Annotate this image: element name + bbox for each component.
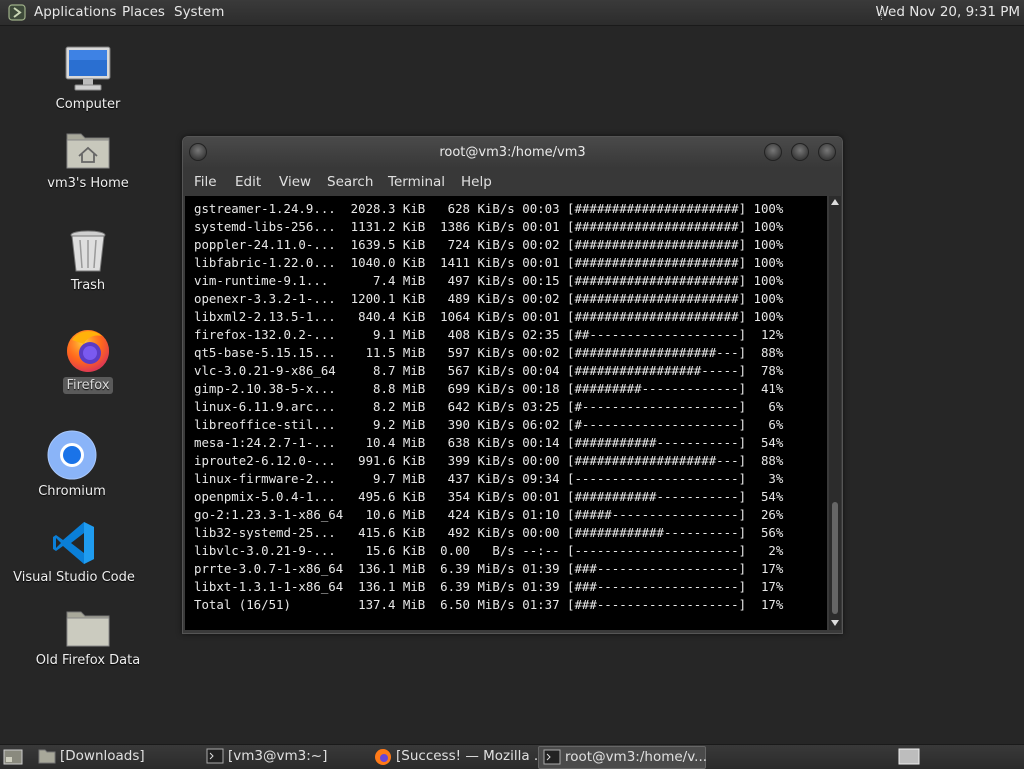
terminal-line: libvlc-3.0.21-9-... 15.6 KiB 0.00 B/s --… — [194, 543, 784, 558]
terminal-line: iproute2-6.12.0-... 991.6 KiB 399 KiB/s … — [194, 453, 784, 468]
trash-icon — [70, 230, 106, 272]
desktop-icon-label: Chromium — [38, 484, 106, 499]
menu-terminal[interactable]: Terminal — [388, 174, 445, 190]
menu-help[interactable]: Help — [461, 174, 492, 190]
menu-search[interactable]: Search — [327, 174, 373, 190]
desktop-icon-label: vm3's Home — [47, 176, 129, 191]
terminal-line: libxt-1.3.1-1-x86_64 136.1 MiB 6.39 MiB/… — [194, 579, 784, 594]
terminal-window[interactable]: root@vm3:/home/vm3 File Edit View Search… — [182, 136, 843, 634]
task-root-terminal[interactable]: root@vm3:/home/v... — [538, 746, 708, 769]
menu-file[interactable]: File — [194, 174, 217, 190]
scroll-up-arrow-icon[interactable] — [831, 199, 839, 205]
desktop-icon-chromium[interactable]: Chromium — [7, 430, 137, 500]
desktop-icon-label: Visual Studio Code — [13, 570, 135, 585]
terminal-output[interactable]: gstreamer-1.24.9... 2028.3 KiB 628 KiB/s… — [185, 196, 827, 630]
terminal-line: Total (16/51) 137.4 MiB 6.50 MiB/s 01:37… — [194, 597, 784, 612]
terminal-line: gimp-2.10.38-5-x... 8.8 MiB 699 KiB/s 00… — [194, 381, 784, 396]
desktop-icon-label: Computer — [55, 97, 121, 112]
task-label: [Success! — Mozilla ... — [396, 748, 547, 764]
folder-icon — [38, 749, 56, 764]
workspace-switcher-icon[interactable] — [898, 748, 920, 765]
terminal-line: openpmix-5.0.4-1... 495.6 KiB 354 KiB/s … — [194, 489, 784, 504]
desktop-icon-computer[interactable]: Computer — [23, 45, 153, 113]
desktop-icon-trash[interactable]: Trash — [23, 228, 153, 294]
terminal-line: mesa-1:24.2.7-1-... 10.4 MiB 638 KiB/s 0… — [194, 435, 784, 450]
task-label: [Downloads] — [60, 748, 145, 764]
task-firefox[interactable]: [Success! — Mozilla ... — [370, 746, 547, 767]
terminal-line: vim-runtime-9.1... 7.4 MiB 497 KiB/s 00:… — [194, 273, 784, 288]
minimize-button[interactable] — [764, 143, 782, 161]
folder-icon — [66, 611, 110, 647]
terminal-line: go-2:1.23.3-1-x86_64 10.6 MiB 424 KiB/s … — [194, 507, 784, 522]
scroll-down-arrow-icon[interactable] — [831, 620, 839, 626]
terminal-line: openexr-3.3.2-1-... 1200.1 KiB 489 KiB/s… — [194, 291, 784, 306]
task-downloads[interactable]: [Downloads] — [34, 746, 196, 767]
desktop-icon-old-firefox-data[interactable]: Old Firefox Data — [23, 609, 153, 669]
vscode-icon — [53, 522, 94, 564]
terminal-line: gstreamer-1.24.9... 2028.3 KiB 628 KiB/s… — [194, 201, 784, 216]
scrollbar-thumb[interactable] — [832, 502, 838, 614]
system-menu[interactable]: System — [174, 4, 224, 20]
computer-icon — [65, 46, 111, 91]
terminal-line: poppler-24.11.0-... 1639.5 KiB 724 KiB/s… — [194, 237, 784, 252]
applications-menu[interactable]: Applications — [34, 4, 116, 20]
desktop-icon-vscode[interactable]: Visual Studio Code — [9, 520, 139, 586]
task-terminal-home[interactable]: [vm3@vm3:~] — [202, 746, 364, 767]
terminal-menubar: File Edit View Search Terminal Help — [183, 168, 842, 196]
terminal-line: libreoffice-stil... 9.2 MiB 390 KiB/s 06… — [194, 417, 784, 432]
terminal-line: linux-firmware-2... 9.7 MiB 437 KiB/s 09… — [194, 471, 784, 486]
task-label: root@vm3:/home/v... — [565, 749, 708, 765]
terminal-line: firefox-132.0.2-... 9.1 MiB 408 KiB/s 02… — [194, 327, 784, 342]
terminal-line: libfabric-1.22.0... 1040.0 KiB 1411 KiB/… — [194, 255, 784, 270]
terminal-icon — [543, 749, 561, 765]
terminal-line: linux-6.11.9.arc... 8.2 MiB 642 KiB/s 03… — [194, 399, 784, 414]
menu-edit[interactable]: Edit — [235, 174, 261, 190]
top-panel: Applications Places System Wed Nov 20, 9… — [0, 0, 1024, 26]
desktop-icon-label: Firefox — [63, 377, 113, 394]
terminal-line: lib32-systemd-25... 415.6 KiB 492 KiB/s … — [194, 525, 784, 540]
home-folder-icon — [66, 133, 110, 169]
show-desktop-icon[interactable] — [3, 749, 23, 765]
window-titlebar[interactable]: root@vm3:/home/vm3 — [183, 137, 842, 168]
window-title: root@vm3:/home/vm3 — [439, 145, 586, 160]
terminal-line: prrte-3.0.7-1-x86_64 136.1 MiB 6.39 MiB/… — [194, 561, 784, 576]
terminal-icon — [206, 748, 224, 764]
terminal-lines: gstreamer-1.24.9... 2028.3 KiB 628 KiB/s… — [194, 200, 783, 614]
clock[interactable]: Wed Nov 20, 9:31 PM — [875, 4, 1020, 20]
bottom-taskbar: [Downloads] [vm3@vm3:~] [Success! — Mozi… — [0, 744, 1024, 769]
desktop-icon-firefox[interactable]: Firefox — [23, 326, 153, 394]
desktop-icon-label: Old Firefox Data — [35, 653, 141, 668]
terminal-scrollbar[interactable] — [829, 196, 841, 630]
terminal-line: qt5-base-5.15.15... 11.5 MiB 597 KiB/s 0… — [194, 345, 784, 360]
terminal-line: systemd-libs-256... 1131.2 KiB 1386 KiB/… — [194, 219, 784, 234]
firefox-icon — [375, 749, 391, 765]
desktop-icon-label: Trash — [70, 278, 106, 293]
places-menu[interactable]: Places — [122, 4, 165, 20]
terminal-line: vlc-3.0.21-9-x86_64 8.7 MiB 567 KiB/s 00… — [194, 363, 784, 378]
firefox-icon — [67, 330, 109, 372]
distro-logo-icon[interactable] — [8, 4, 26, 21]
chromium-icon — [47, 430, 97, 480]
terminal-line: libxml2-2.13.5-1... 840.4 KiB 1064 KiB/s… — [194, 309, 784, 324]
maximize-button[interactable] — [791, 143, 809, 161]
task-label: [vm3@vm3:~] — [228, 748, 328, 764]
close-button[interactable] — [818, 143, 836, 161]
menu-view[interactable]: View — [279, 174, 311, 190]
desktop-icon-home[interactable]: vm3's Home — [23, 128, 153, 192]
